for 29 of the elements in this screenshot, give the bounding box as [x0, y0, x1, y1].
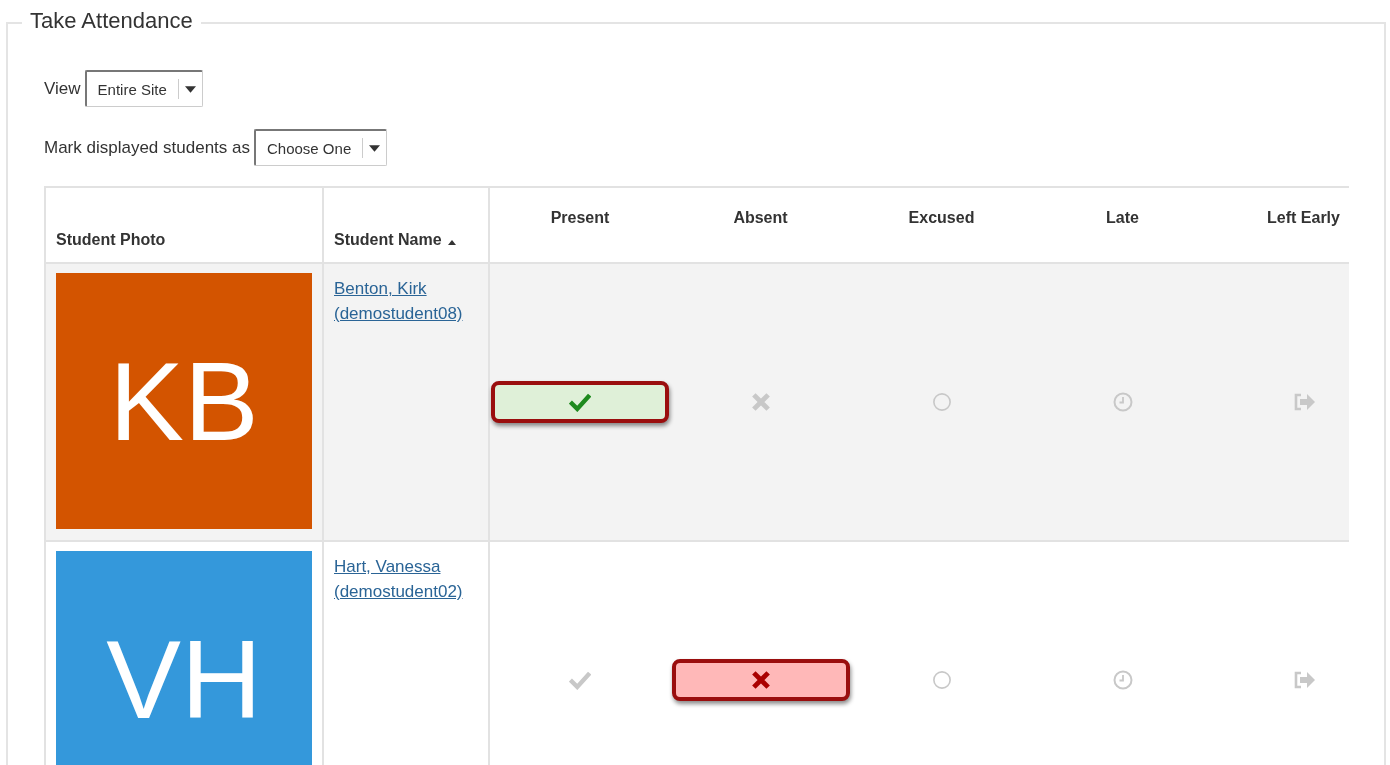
checkmark-icon — [569, 670, 591, 690]
column-header[interactable]: Left Early — [1267, 209, 1340, 226]
circle-icon — [930, 392, 953, 412]
close-icon — [749, 392, 772, 412]
checkmark-icon — [569, 392, 591, 412]
initials-avatar: KB — [56, 273, 312, 529]
initials-avatar: VH — [56, 551, 312, 765]
column-header[interactable]: Student Photo — [56, 231, 166, 248]
column-header[interactable]: Excused — [908, 209, 975, 226]
student-name-link[interactable]: Benton, Kirk (demostudent08) — [334, 276, 484, 326]
column-header[interactable]: Absent — [733, 209, 788, 226]
circle-icon — [930, 670, 953, 690]
caret-icon — [369, 144, 381, 152]
mark-all-dropdown[interactable]: Choose One — [254, 129, 388, 166]
column-header[interactable]: Student Name — [334, 231, 442, 248]
absent-toggle[interactable] — [671, 659, 850, 701]
sign-out-icon — [1292, 392, 1315, 412]
sort-ascending-icon[interactable] — [447, 240, 456, 245]
column-header[interactable]: Present — [550, 209, 610, 226]
sign-out-icon — [1292, 670, 1315, 690]
clock-icon — [1111, 670, 1134, 690]
mark-all-label: Mark displayed students as — [44, 137, 250, 158]
clock-icon — [1111, 392, 1134, 412]
close-icon — [749, 670, 772, 690]
present-toggle[interactable] — [491, 381, 669, 423]
view-label: View — [44, 78, 81, 99]
caret-icon — [184, 85, 196, 93]
view-dropdown[interactable]: Entire Site — [84, 70, 203, 107]
column-header[interactable]: Late — [1106, 209, 1139, 226]
